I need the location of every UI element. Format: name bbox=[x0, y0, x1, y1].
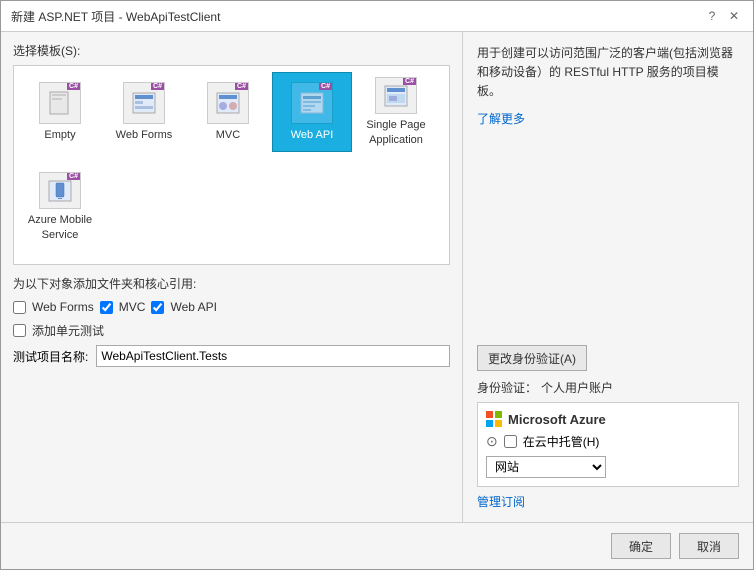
mvc-icon: C# bbox=[207, 82, 249, 124]
spa-icon: C# bbox=[375, 77, 417, 114]
test-name-label: 测试项目名称: bbox=[13, 348, 88, 365]
help-button[interactable]: ? bbox=[703, 7, 721, 25]
bottom-section: 为以下对象添加文件夹和核心引用: Web Forms MVC Web API 添… bbox=[13, 275, 450, 512]
template-item-webapi[interactable]: C# Web API bbox=[272, 72, 352, 152]
dialog-footer: 确定 取消 bbox=[1, 522, 753, 569]
close-button[interactable]: ✕ bbox=[725, 7, 743, 25]
add-folders-label: 为以下对象添加文件夹和核心引用: bbox=[13, 275, 450, 292]
webforms-svg bbox=[130, 89, 158, 117]
confirm-button[interactable]: 确定 bbox=[611, 533, 671, 559]
title-bar: 新建 ASP.NET 项目 - WebApiTestClient ? ✕ bbox=[1, 1, 753, 32]
cs-badge-webapi: C# bbox=[319, 83, 332, 90]
empty-svg bbox=[46, 89, 74, 117]
webapi-label: Web API bbox=[291, 128, 334, 142]
cloud-checkbox[interactable] bbox=[504, 435, 517, 448]
test-name-input[interactable] bbox=[96, 345, 450, 367]
webapi-icon: C# bbox=[291, 82, 333, 124]
test-checkbox-label: 添加单元测试 bbox=[32, 322, 104, 339]
test-checkbox-row: 添加单元测试 bbox=[13, 322, 450, 339]
right-description: 用于创建可以访问范围广泛的客户端(包括浏览器和移动设备）的 RESTful HT… bbox=[477, 44, 739, 102]
template-item-mvc[interactable]: C# MVC bbox=[188, 72, 268, 152]
checkboxes-row: Web Forms MVC Web API bbox=[13, 300, 450, 314]
left-panel: 选择模板(S): C# Empty bbox=[1, 32, 463, 522]
cs-badge-mvc: C# bbox=[235, 83, 248, 90]
template-item-webforms[interactable]: C# Web Forms bbox=[104, 72, 184, 152]
template-section-label: 选择模板(S): bbox=[13, 42, 450, 59]
spa-label: Single PageApplication bbox=[366, 118, 425, 147]
auth-section: 身份验证： 个人用户账户 Microsoft Azure bbox=[477, 379, 739, 510]
test-checkbox[interactable] bbox=[13, 324, 26, 337]
cs-badge-webforms: C# bbox=[151, 83, 164, 90]
webforms-icon: C# bbox=[123, 82, 165, 124]
auth-label: 身份验证： bbox=[477, 379, 537, 396]
webapi-checkbox-label: Web API bbox=[170, 300, 216, 314]
azure-section: Microsoft Azure ⊙ 在云中托管(H) 网站 虚拟机 bbox=[477, 402, 739, 487]
template-item-azuremobile[interactable]: C# Azure MobileService bbox=[20, 167, 100, 247]
manage-link[interactable]: 管理订阅 bbox=[477, 493, 739, 510]
test-section: 添加单元测试 测试项目名称: bbox=[13, 322, 450, 367]
test-name-row: 测试项目名称: bbox=[13, 345, 450, 367]
azuremobile-label: Azure MobileService bbox=[28, 213, 92, 242]
webforms-checkbox[interactable] bbox=[13, 301, 26, 314]
dialog-body: 选择模板(S): C# Empty bbox=[1, 32, 753, 522]
azure-header-label: Microsoft Azure bbox=[508, 412, 606, 427]
empty-icon: C# bbox=[39, 82, 81, 124]
azure-header: Microsoft Azure bbox=[486, 411, 730, 427]
dialog-title: 新建 ASP.NET 项目 - WebApiTestClient bbox=[11, 8, 220, 25]
right-panel: 用于创建可以访问范围广泛的客户端(包括浏览器和移动设备）的 RESTful HT… bbox=[463, 32, 753, 522]
mvc-label: MVC bbox=[216, 128, 240, 142]
main-dialog: 新建 ASP.NET 项目 - WebApiTestClient ? ✕ 选择模… bbox=[0, 0, 754, 570]
spa-svg bbox=[382, 82, 410, 110]
auth-value: 个人用户账户 bbox=[541, 379, 613, 396]
cs-badge-spa: C# bbox=[403, 78, 416, 85]
cancel-button[interactable]: 取消 bbox=[679, 533, 739, 559]
learn-more-link[interactable]: 了解更多 bbox=[477, 110, 739, 127]
expand-icon[interactable]: ⊙ bbox=[486, 433, 498, 450]
azuremobile-svg bbox=[46, 177, 74, 205]
mvc-svg bbox=[214, 89, 242, 117]
cloud-label: 在云中托管(H) bbox=[523, 433, 600, 450]
mvc-checkbox-label: MVC bbox=[119, 300, 146, 314]
webapi-checkbox[interactable] bbox=[151, 301, 164, 314]
azure-logo-icon bbox=[486, 411, 502, 427]
template-item-spa[interactable]: C# Single PageApplication bbox=[356, 72, 436, 152]
title-bar-buttons: ? ✕ bbox=[703, 7, 743, 25]
template-item-empty[interactable]: C# Empty bbox=[20, 72, 100, 152]
cs-badge-azuremobile: C# bbox=[67, 173, 80, 180]
azuremobile-icon: C# bbox=[39, 172, 81, 209]
mvc-checkbox[interactable] bbox=[100, 301, 113, 314]
cloud-row: ⊙ 在云中托管(H) bbox=[486, 433, 730, 450]
webforms-label: Web Forms bbox=[116, 128, 173, 142]
webapi-svg bbox=[298, 89, 326, 117]
website-dropdown[interactable]: 网站 虚拟机 bbox=[486, 456, 606, 478]
auth-label-row: 身份验证： 个人用户账户 bbox=[477, 379, 739, 396]
empty-label: Empty bbox=[44, 128, 75, 142]
cs-badge-empty: C# bbox=[67, 83, 80, 90]
change-auth-button[interactable]: 更改身份验证(A) bbox=[477, 345, 587, 371]
webforms-checkbox-label: Web Forms bbox=[32, 300, 94, 314]
template-grid: C# Empty C# bbox=[13, 65, 450, 265]
